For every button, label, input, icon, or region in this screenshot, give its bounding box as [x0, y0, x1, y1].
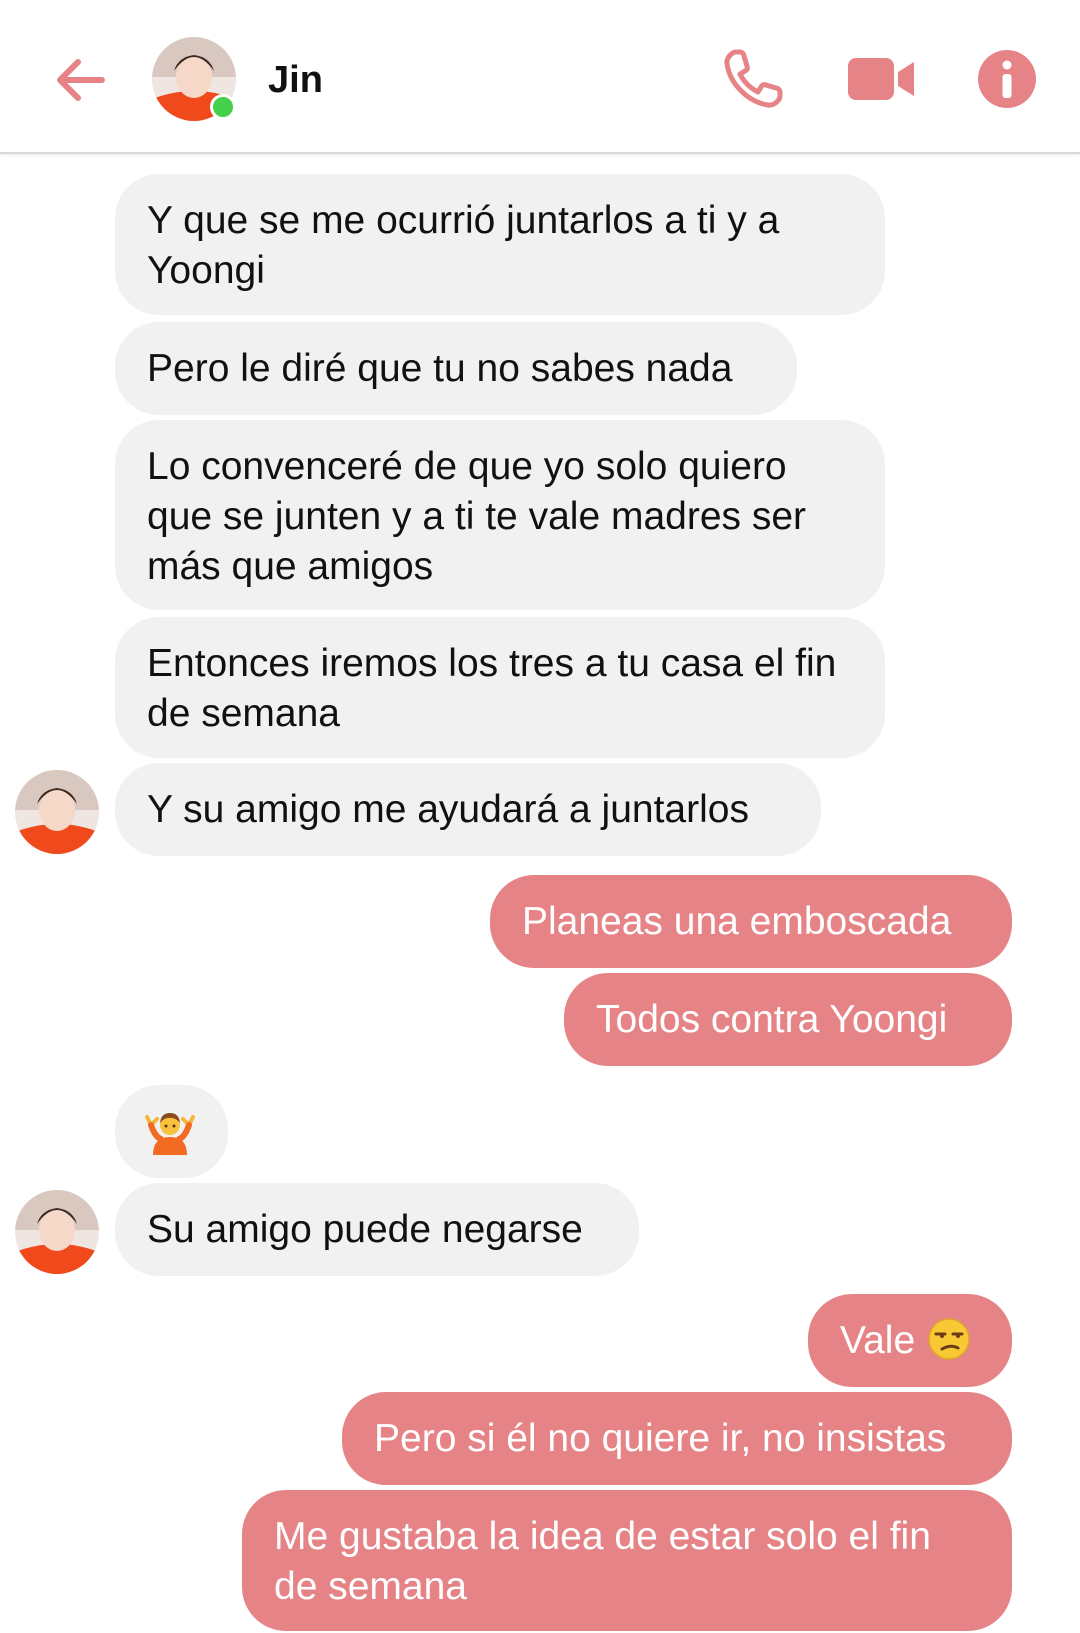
- sender-avatar[interactable]: [15, 1190, 99, 1274]
- outgoing-message-bubble[interactable]: Pero si él no quiere ir, no insistas: [342, 1392, 1012, 1485]
- back-arrow-icon[interactable]: [50, 50, 110, 110]
- incoming-emoji-bubble[interactable]: [115, 1085, 228, 1178]
- outgoing-message-bubble[interactable]: Todos contra Yoongi: [564, 973, 1012, 1066]
- outgoing-message-bubble[interactable]: Vale: [808, 1294, 1012, 1387]
- outgoing-message-bubble[interactable]: Me gustaba la idea de estar solo el fin …: [242, 1490, 1012, 1631]
- incoming-message-bubble[interactable]: Su amigo puede negarse: [115, 1183, 639, 1276]
- incoming-message-bubble[interactable]: Y que se me ocurrió juntarlos a ti y a Y…: [115, 174, 885, 315]
- message-text: Vale: [840, 1319, 916, 1362]
- contact-name[interactable]: Jin: [268, 58, 323, 102]
- incoming-message-bubble[interactable]: Pero le diré que tu no sabes nada: [115, 322, 797, 415]
- outgoing-message-bubble[interactable]: Planeas una emboscada: [490, 875, 1012, 968]
- sender-avatar[interactable]: [15, 770, 99, 854]
- unamused-face-emoji: [928, 1318, 970, 1360]
- phone-icon[interactable]: [722, 48, 784, 110]
- info-icon[interactable]: [976, 48, 1038, 110]
- chat-header: Jin: [0, 0, 1080, 154]
- person-shrugging-emoji: [145, 1113, 195, 1155]
- online-status-dot: [210, 94, 236, 120]
- incoming-message-bubble[interactable]: Y su amigo me ayudará a juntarlos: [115, 763, 821, 856]
- incoming-message-bubble[interactable]: Entonces iremos los tres a tu casa el fi…: [115, 617, 885, 758]
- video-camera-icon[interactable]: [848, 56, 916, 102]
- incoming-message-bubble[interactable]: Lo convenceré de que yo solo quiero que …: [115, 420, 885, 610]
